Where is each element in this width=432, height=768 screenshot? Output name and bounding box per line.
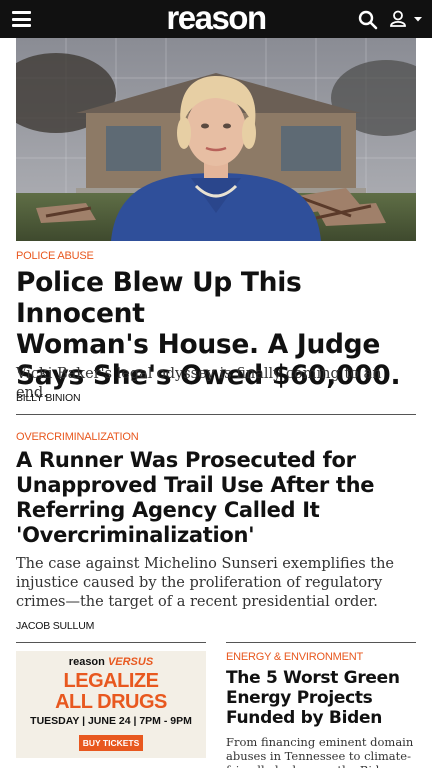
article-byline[interactable]: BILLY BINION <box>16 392 81 404</box>
article-dek: The case against Michelino Sunseri exemp… <box>16 556 395 610</box>
divider <box>16 414 416 415</box>
divider <box>226 642 416 643</box>
reason-logo[interactable]: reason <box>152 3 280 35</box>
ad-headline: LEGALIZE <box>63 670 159 692</box>
hero-image[interactable] <box>16 38 416 241</box>
article-category[interactable]: OVERCRIMINALIZATION <box>16 431 139 443</box>
article-headline[interactable]: The 5 Worst Green Energy Projects Funded… <box>226 668 422 728</box>
ad-date: TUESDAY | JUNE 24 | 7PM - 9PM <box>30 715 192 727</box>
hamburger-menu-icon[interactable] <box>12 11 31 27</box>
divider <box>16 642 206 643</box>
account-menu-button[interactable] <box>389 9 427 29</box>
event-ad-banner[interactable]: reason VERSUS LEGALIZE ALL DRUGS TUESDAY… <box>16 651 206 758</box>
article-dek: From financing eminent domain abuses in … <box>226 735 414 768</box>
ad-headline: ALL DRUGS <box>55 691 167 713</box>
article-headline[interactable]: A Runner Was Prosecuted for Unapproved T… <box>16 448 421 548</box>
article-byline[interactable]: JACOB SULLUM <box>16 620 94 632</box>
article-category[interactable]: POLICE ABUSE <box>16 250 94 262</box>
user-icon <box>390 10 406 27</box>
buy-tickets-button[interactable]: BUY TICKETS <box>79 735 143 751</box>
caret-down-icon <box>414 17 422 22</box>
ad-brand: reason VERSUS <box>68 656 154 668</box>
search-icon[interactable] <box>358 10 378 30</box>
site-header: reason <box>0 0 432 38</box>
article-category[interactable]: ENERGY & ENVIRONMENT <box>226 651 363 663</box>
svg-text:reason: reason <box>166 3 266 35</box>
